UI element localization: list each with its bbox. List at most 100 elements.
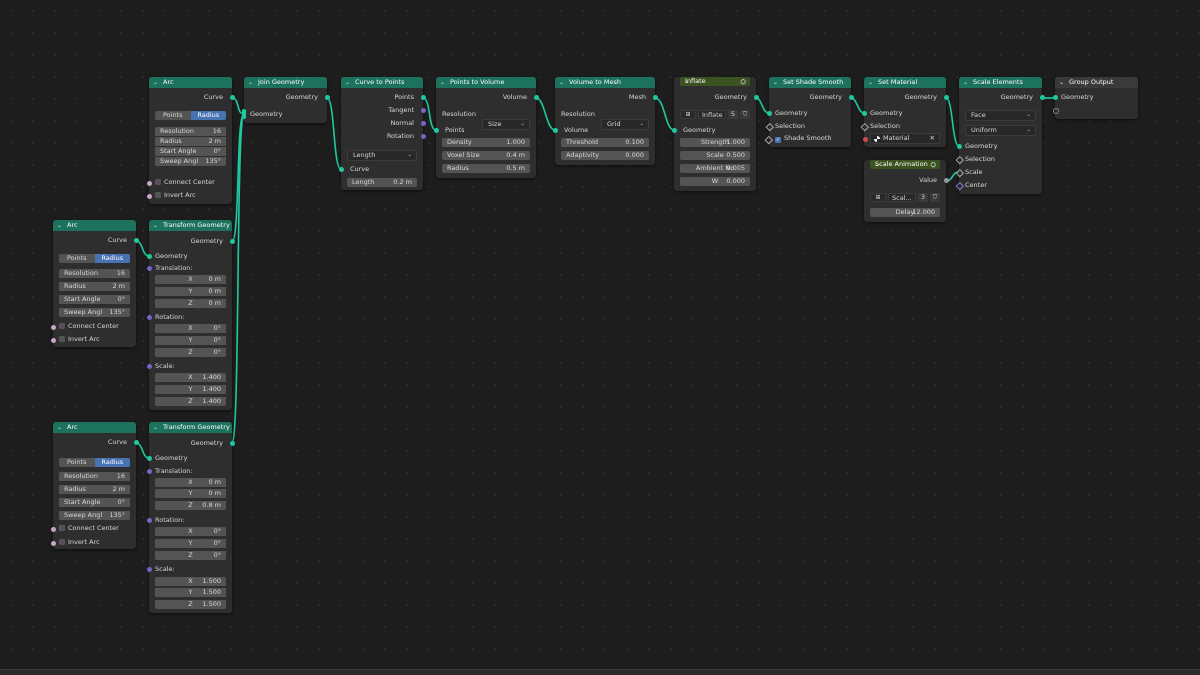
- radius-field[interactable]: Radius 2 m: [155, 137, 226, 146]
- mode-radius[interactable]: Radius: [190, 111, 226, 120]
- collapse-chevron-icon[interactable]: ⌄: [868, 77, 873, 88]
- mode-dropdown[interactable]: Length ⌄: [347, 150, 417, 161]
- collapse-chevron-icon[interactable]: ⌄: [1059, 77, 1064, 88]
- output-socket[interactable]: [420, 94, 426, 100]
- domain-dropdown[interactable]: Face ⌄: [965, 110, 1036, 121]
- sweep-angle-field[interactable]: Sweep Angl 135°: [59, 511, 130, 520]
- mode-points[interactable]: Points: [59, 254, 95, 263]
- user-count[interactable]: 5: [728, 110, 738, 119]
- node-header[interactable]: ⌄ Curve to Points: [341, 77, 423, 88]
- output-socket[interactable]: [753, 94, 759, 100]
- input-socket[interactable]: [146, 253, 152, 259]
- set-material-node[interactable]: ⌄ Set Material Geometry Geometry Selectio…: [860, 77, 949, 147]
- input-socket[interactable]: [956, 143, 962, 149]
- output-socket[interactable]: [943, 177, 949, 183]
- input-socket[interactable]: [861, 110, 867, 116]
- curve-to-points-node[interactable]: ⌄ Curve to Points Points Tangent Normal R…: [338, 77, 426, 190]
- start-angle-field[interactable]: Start Angle 0°: [59, 295, 130, 304]
- inflate-group-node[interactable]: ⌄ Inflate ⛭ Geometry ⊞ Inflate 5 ⛉ Geometry S…: [671, 77, 759, 191]
- node-editor-canvas[interactable]: ⌄ Arc Curve Points Radius Resolution 16 Rad…: [0, 0, 1200, 675]
- mode-points[interactable]: Points: [59, 458, 95, 467]
- node-header[interactable]: ⌄ Inflate ⛭: [680, 77, 750, 86]
- translation-y[interactable]: Y0 m: [155, 489, 226, 498]
- collapse-chevron-icon[interactable]: ⌄: [153, 220, 158, 231]
- checkbox[interactable]: ✓: [775, 137, 781, 143]
- rotation-x[interactable]: X 0°: [155, 324, 226, 333]
- node-header[interactable]: ⌄ Scale Animation ⛭: [870, 160, 940, 169]
- scale-field[interactable]: Scale 0.500: [680, 151, 750, 160]
- checkbox[interactable]: [59, 539, 65, 545]
- voxel-size-field[interactable]: Voxel Size 0.4 m: [442, 151, 530, 160]
- fake-user-shield-icon[interactable]: ⛉: [740, 110, 750, 119]
- sweep-angle-field[interactable]: Sweep Angl 135°: [59, 308, 130, 317]
- output-socket[interactable]: [943, 94, 949, 100]
- scale-x[interactable]: X 1.400: [155, 373, 226, 382]
- radius-field[interactable]: Radius 2 m: [59, 485, 130, 494]
- checkbox[interactable]: [155, 179, 161, 185]
- output-socket[interactable]: [533, 94, 539, 100]
- node-group-selector[interactable]: ⊞ Scal... 3 ⛉: [870, 193, 940, 202]
- input-socket[interactable]: [50, 324, 56, 330]
- input-socket[interactable]: [146, 265, 152, 271]
- input-socket[interactable]: [146, 517, 152, 523]
- node-header[interactable]: ⌄ Join Geometry: [244, 77, 327, 88]
- multi-input-socket[interactable]: [241, 109, 246, 119]
- empty-input-socket[interactable]: [1052, 107, 1059, 114]
- output-socket[interactable]: [324, 94, 330, 100]
- input-socket[interactable]: [50, 540, 56, 546]
- length-field[interactable]: Length 0.2 m: [347, 178, 417, 187]
- material-selector[interactable]: Material ✕: [862, 133, 940, 144]
- start-angle-field[interactable]: Start Angle 0°: [59, 498, 130, 507]
- input-socket[interactable]: [146, 180, 152, 186]
- arc-node-middle[interactable]: ⌄ Arc Curve Points Radius Resolution 16 Rad…: [50, 220, 139, 347]
- node-header[interactable]: ⌄ Scale Elements: [959, 77, 1042, 88]
- mode-points[interactable]: Points: [155, 111, 191, 120]
- node-header[interactable]: ⌄ Transform Geometry: [149, 422, 232, 433]
- adaptivity-field[interactable]: Adaptivity 0.000: [561, 151, 649, 160]
- rotation-z[interactable]: Z 0°: [155, 348, 226, 357]
- resolution-mode[interactable]: Resolution Grid ⌄: [561, 110, 649, 130]
- invert-arc-checkbox[interactable]: Invert Arc: [50, 538, 130, 547]
- input-socket[interactable]: [765, 123, 774, 131]
- node-header[interactable]: ⌄ Arc: [149, 77, 232, 88]
- output-socket[interactable]: [1039, 94, 1045, 100]
- output-socket[interactable]: [229, 440, 235, 446]
- input-socket[interactable]: [50, 337, 56, 343]
- scale-elements-node[interactable]: ⌄ Scale Elements Geometry Face ⌄ Uniform ⌄ …: [955, 77, 1045, 194]
- node-tree-icon[interactable]: ⊞: [870, 193, 886, 202]
- output-socket[interactable]: [229, 238, 235, 244]
- collapse-chevron-icon[interactable]: ⌄: [559, 77, 564, 88]
- collapse-chevron-icon[interactable]: ⌄: [440, 77, 445, 88]
- input-socket[interactable]: [955, 156, 964, 164]
- input-socket[interactable]: [146, 363, 152, 369]
- output-socket[interactable]: [229, 94, 235, 100]
- scale-x[interactable]: X 1.500: [155, 577, 226, 586]
- arc-mode-toggle[interactable]: Points Radius: [155, 111, 226, 120]
- collapse-chevron-icon[interactable]: ⌄: [345, 77, 350, 88]
- input-socket[interactable]: [50, 526, 56, 532]
- translation-x[interactable]: X0 m: [155, 478, 226, 487]
- input-socket[interactable]: [955, 169, 964, 177]
- input-socket[interactable]: [146, 314, 152, 320]
- invert-arc-checkbox[interactable]: Invert Arc: [50, 335, 130, 344]
- input-socket[interactable]: [862, 136, 868, 142]
- group-name[interactable]: Inflate: [698, 110, 726, 119]
- output-socket[interactable]: [133, 439, 139, 445]
- node-header[interactable]: ⌄ Set Material: [864, 77, 946, 88]
- collapse-chevron-icon[interactable]: ⌄: [57, 220, 62, 231]
- scale-y[interactable]: Y 1.500: [155, 588, 226, 597]
- group-name[interactable]: Scal...: [888, 193, 916, 202]
- collapse-chevron-icon[interactable]: ⌄: [57, 422, 62, 433]
- transform-geometry-node-1[interactable]: ⌄ Transform Geometry Geometry Geometry Tr…: [146, 220, 235, 410]
- rotation-x[interactable]: X 0°: [155, 527, 226, 536]
- strength-field[interactable]: Strength 1.000: [680, 138, 750, 147]
- input-socket[interactable]: [552, 127, 558, 133]
- volume-to-mesh-node[interactable]: ⌄ Volume to Mesh Mesh Resolution Grid ⌄ Vol…: [552, 77, 658, 165]
- output-socket[interactable]: [420, 133, 426, 139]
- output-socket[interactable]: [420, 107, 426, 113]
- threshold-field[interactable]: Threshold 0.100: [561, 138, 649, 147]
- radius-field[interactable]: Radius 0.5 m: [442, 164, 530, 173]
- radius-field[interactable]: Radius 2 m: [59, 282, 130, 291]
- node-header[interactable]: ⌄ Arc: [53, 220, 136, 231]
- arc-node-top[interactable]: ⌄ Arc Curve Points Radius Resolution 16 Rad…: [146, 77, 235, 204]
